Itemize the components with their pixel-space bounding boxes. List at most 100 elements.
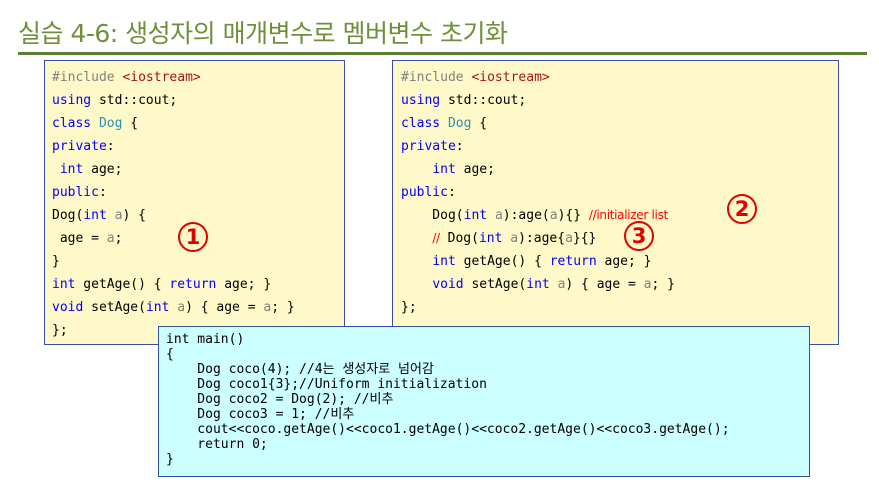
title-divider bbox=[18, 52, 867, 55]
code-token: : bbox=[455, 139, 464, 154]
code-token: a bbox=[494, 208, 503, 223]
code-token: { bbox=[122, 116, 139, 131]
code-token: <iostream> bbox=[471, 70, 550, 85]
code-line: } bbox=[166, 452, 174, 467]
code-line: int getAge() { return age; } bbox=[52, 273, 344, 296]
code-line: int age; bbox=[52, 158, 344, 181]
code-token: class bbox=[52, 116, 92, 131]
code-token: age; } bbox=[216, 277, 272, 292]
code-line: class Dog { bbox=[401, 112, 838, 135]
code-token: void bbox=[52, 300, 84, 315]
code-token: }; bbox=[401, 300, 417, 315]
code-token: #include bbox=[52, 70, 123, 85]
badge-2: 2 bbox=[727, 194, 757, 224]
code-token: : bbox=[98, 185, 107, 200]
code-token: a bbox=[177, 300, 186, 315]
code-token: using bbox=[52, 93, 92, 108]
code-token: ){} bbox=[557, 208, 589, 223]
code-line: private: bbox=[401, 135, 838, 158]
code-token: int bbox=[52, 277, 76, 292]
code-token: ; bbox=[114, 231, 123, 246]
code-token: int bbox=[432, 162, 456, 177]
code-token: a bbox=[643, 277, 652, 292]
badge-3: 3 bbox=[624, 221, 654, 251]
code-token: int bbox=[478, 231, 503, 246]
code-token: age; bbox=[455, 162, 495, 177]
code-token: ):age{ bbox=[518, 231, 566, 246]
code-token: getAge() { bbox=[75, 277, 170, 292]
code-block-constructor-assignment: #include <iostream> using std::cout; class… bbox=[44, 60, 345, 345]
code-line: return 0; bbox=[166, 437, 268, 452]
code-line: Dog coco2 = Dog(2); //비추 bbox=[166, 392, 394, 407]
code-line: Dog coco(4); //4는 생성자로 넘어감 bbox=[166, 362, 434, 377]
code-token: class bbox=[401, 116, 441, 131]
code-token: int bbox=[59, 162, 84, 177]
code-token: Dog bbox=[447, 116, 472, 131]
code-line: int main() bbox=[166, 332, 245, 347]
code-token: ; } bbox=[271, 300, 295, 315]
code-token: public bbox=[401, 185, 448, 200]
code-line: // Dog(int a):age{a}{} bbox=[401, 227, 838, 250]
code-line: public: bbox=[401, 181, 838, 204]
code-token: <iostream> bbox=[122, 70, 201, 85]
code-token: private bbox=[401, 139, 456, 154]
code-line: Dog(int a):age(a){} //initializer list bbox=[401, 204, 838, 227]
code-token: } bbox=[52, 254, 60, 269]
code-token: std::cout; bbox=[440, 93, 527, 108]
code-token: Dog bbox=[98, 116, 123, 131]
code-block-main: int main(){ Dog coco(4); //4는 생성자로 넘어감 D… bbox=[158, 326, 810, 477]
code-line: void setAge(int a) { age = a; } bbox=[401, 273, 838, 296]
code-token: ):age( bbox=[502, 208, 550, 223]
code-line: using std::cout; bbox=[52, 89, 344, 112]
code-token: Dog( bbox=[52, 208, 84, 223]
code-token: getAge() { bbox=[455, 254, 550, 269]
code-token: setAge( bbox=[83, 300, 146, 315]
code-token: ) { age = bbox=[565, 277, 644, 292]
code-line: Dog coco1{3};//Uniform initialization bbox=[166, 377, 487, 392]
code-token: }; bbox=[52, 323, 68, 338]
code-token: setAge( bbox=[463, 277, 527, 292]
code-token: }{} bbox=[572, 231, 597, 246]
code-token: Dog( bbox=[401, 208, 464, 223]
code-block-initializer-list: #include <iostream>using std::cout;class… bbox=[392, 60, 839, 345]
code-token: std::cout; bbox=[91, 93, 178, 108]
code-line: cout<<coco.getAge()<<coco1.getAge()<<coc… bbox=[166, 422, 730, 437]
code-token: : bbox=[447, 185, 456, 200]
code-token: int bbox=[432, 254, 456, 269]
code-line: void setAge(int a) { age = a; } bbox=[52, 296, 344, 319]
code-token: int bbox=[526, 277, 550, 292]
code-token: { bbox=[471, 116, 488, 131]
code-line: }; bbox=[401, 296, 838, 319]
code-line: #include <iostream> bbox=[52, 66, 344, 89]
code-token: Dog( bbox=[439, 231, 479, 246]
code-token: ) { age = bbox=[185, 300, 264, 315]
code-token: using bbox=[401, 93, 441, 108]
code-line: int getAge() { return age; } bbox=[401, 250, 838, 273]
code-token: a bbox=[106, 231, 115, 246]
code-line: Dog coco3 = 1; //비추 bbox=[166, 407, 355, 422]
code-token: ; } bbox=[651, 277, 675, 292]
code-token: return bbox=[169, 277, 217, 292]
code-token: age; bbox=[83, 162, 123, 177]
code-token: #include bbox=[401, 70, 472, 85]
code-token: int bbox=[145, 300, 170, 315]
code-token: int bbox=[463, 208, 488, 223]
code-token: : bbox=[106, 139, 115, 154]
code-token: ) { bbox=[122, 208, 146, 223]
code-token: a bbox=[549, 208, 558, 223]
code-line: } bbox=[52, 250, 344, 273]
code-token: a bbox=[565, 231, 573, 246]
code-line: #include <iostream> bbox=[401, 66, 838, 89]
code-line: { bbox=[166, 347, 174, 362]
code-token: age = bbox=[52, 231, 107, 246]
code-line: int age; bbox=[401, 158, 838, 181]
code-token: a bbox=[263, 300, 272, 315]
